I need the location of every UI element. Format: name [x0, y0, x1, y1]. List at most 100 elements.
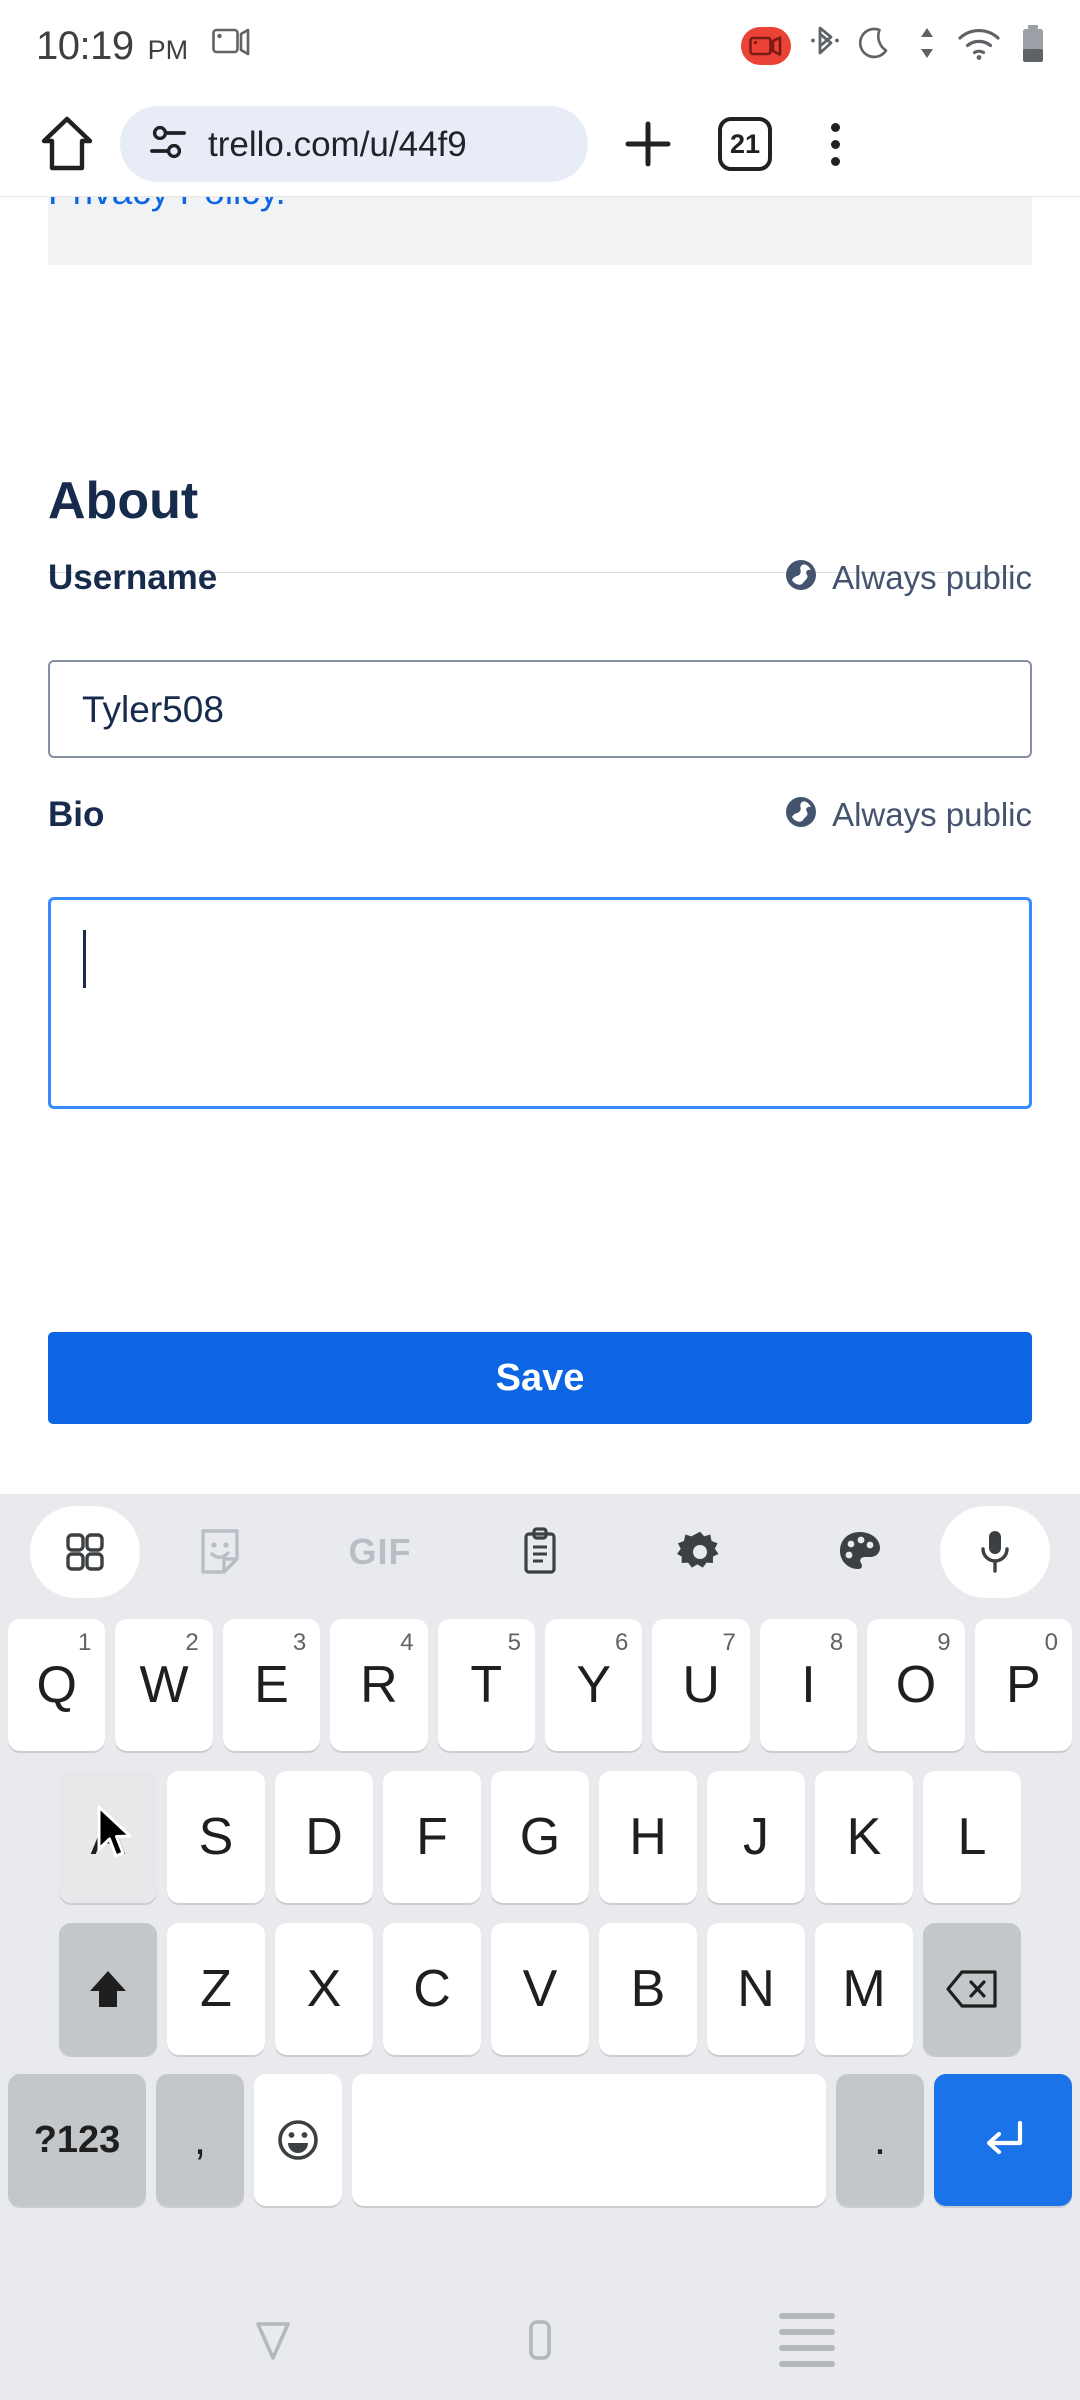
key-label: G — [519, 1808, 561, 1866]
gif-icon[interactable]: GIF — [300, 1502, 460, 1602]
key-label: S — [198, 1808, 234, 1866]
key-label: , — [193, 2115, 207, 2164]
key-label: E — [254, 1656, 289, 1714]
page-title: About — [48, 472, 199, 530]
key-e[interactable]: 3E — [222, 1619, 321, 1751]
three-dot-menu-icon[interactable] — [792, 104, 878, 184]
key-d[interactable]: D — [275, 1771, 373, 1903]
bio-label: Bio — [48, 795, 105, 834]
tab-counter-button[interactable]: 21 — [702, 104, 788, 184]
key-f[interactable]: F — [383, 1771, 481, 1903]
key-k[interactable]: K — [815, 1771, 913, 1903]
grid-icon[interactable] — [30, 1505, 140, 1598]
plus-icon[interactable] — [600, 104, 696, 184]
battery-icon — [1020, 23, 1046, 70]
key-r[interactable]: 4R — [330, 1619, 428, 1751]
keyboard-row-4: ?123 , . — [0, 2065, 1080, 2215]
privacy-policy-link[interactable]: Privacy Policy. — [48, 197, 286, 210]
key-m[interactable]: M — [815, 1923, 913, 2055]
space-key[interactable] — [352, 2074, 826, 2206]
key-y[interactable]: 6Y — [545, 1619, 643, 1751]
status-bar-right — [741, 23, 1046, 70]
key-b[interactable]: B — [599, 1923, 697, 2055]
clipboard-icon[interactable] — [460, 1502, 620, 1602]
key-v[interactable]: V — [491, 1923, 589, 2055]
key-h[interactable]: H — [599, 1771, 697, 1903]
menu-dots — [830, 122, 840, 166]
microphone-icon[interactable] — [940, 1505, 1050, 1598]
key-n[interactable]: N — [707, 1923, 805, 2055]
palette-icon[interactable] — [780, 1502, 940, 1602]
key-sup: 5 — [507, 1629, 521, 1656]
globe-icon — [783, 794, 819, 835]
backspace-icon[interactable] — [923, 1923, 1021, 2055]
key-label: Z — [200, 1960, 232, 2018]
key-j[interactable]: J — [707, 1771, 805, 1903]
key-sup: 1 — [78, 1629, 92, 1656]
key-label: A — [90, 1808, 126, 1866]
username-input[interactable]: Tyler508 — [48, 660, 1032, 758]
recents-lines-icon[interactable] — [752, 2285, 862, 2395]
screen-recording-icon — [741, 27, 791, 65]
key-label: B — [630, 1960, 666, 2018]
key-a[interactable]: A — [59, 1771, 157, 1903]
key-t[interactable]: 5T — [437, 1619, 535, 1751]
key-sup: 4 — [400, 1629, 414, 1656]
period-key[interactable]: . — [836, 2074, 924, 2206]
key-i[interactable]: 8I — [759, 1619, 858, 1751]
key-label: M — [842, 1960, 886, 2018]
back-triangle-icon[interactable] — [218, 2285, 328, 2395]
bio-textarea[interactable] — [48, 897, 1032, 1109]
key-label: R — [360, 1656, 398, 1714]
do-not-disturb-moon-icon — [858, 24, 897, 69]
bio-visibility-text: Always public — [832, 796, 1032, 833]
key-label: T — [470, 1656, 503, 1714]
sticker-icon[interactable] — [140, 1502, 300, 1602]
home-icon[interactable] — [28, 105, 106, 183]
key-c[interactable]: C — [383, 1923, 481, 2055]
settings-gear-icon[interactable] — [620, 1502, 780, 1602]
bio-label-row: Bio Always public — [48, 794, 1032, 835]
home-square-icon[interactable] — [485, 2285, 595, 2395]
key-o[interactable]: 9O — [867, 1619, 965, 1751]
key-z[interactable]: Z — [167, 1923, 265, 2055]
key-label: Y — [576, 1656, 612, 1714]
bio-visibility-tag: Always public — [783, 794, 1032, 835]
key-l[interactable]: L — [923, 1771, 1021, 1903]
key-q[interactable]: 1Q — [7, 1619, 106, 1751]
emoji-smiley-icon[interactable] — [254, 2074, 342, 2206]
key-g[interactable]: G — [491, 1771, 589, 1903]
key-x[interactable]: X — [275, 1923, 373, 2055]
username-label-row: Username Always public — [48, 557, 1032, 598]
keyboard-row-1: 1Q 2W 3E 4R 5T 6Y 7U 8I 9O 0P — [0, 1609, 1080, 1761]
key-sup: 9 — [937, 1629, 951, 1656]
tune-icon[interactable] — [146, 120, 190, 169]
android-nav-bar — [0, 2280, 1080, 2400]
text-caret — [83, 930, 86, 988]
key-u[interactable]: 7U — [652, 1619, 750, 1751]
keyboard-toolbar: GIF — [0, 1494, 1080, 1609]
key-label: I — [801, 1656, 816, 1714]
username-visibility-tag: Always public — [783, 557, 1032, 598]
status-bar: 10:19 PM — [0, 0, 1080, 92]
key-label: ?123 — [33, 2119, 121, 2161]
key-label: Q — [36, 1656, 77, 1714]
globe-icon — [783, 557, 819, 598]
save-button[interactable]: Save — [48, 1332, 1032, 1424]
data-transfer-icon — [916, 24, 938, 69]
enter-return-icon[interactable] — [934, 2074, 1072, 2206]
key-label: N — [737, 1960, 775, 2018]
status-bar-left: 10:19 PM — [36, 26, 252, 66]
key-s[interactable]: S — [167, 1771, 265, 1903]
key-p[interactable]: 0P — [974, 1619, 1073, 1751]
comma-key[interactable]: , — [156, 2074, 244, 2206]
key-w[interactable]: 2W — [115, 1619, 213, 1751]
url-bar[interactable]: trello.com/u/44f9 — [120, 106, 588, 182]
key-label: F — [416, 1808, 448, 1866]
shift-up-arrow-icon[interactable] — [59, 1923, 157, 2055]
key-sup: 3 — [292, 1629, 307, 1656]
symbols-key[interactable]: ?123 — [8, 2074, 146, 2206]
wifi-icon — [957, 27, 1001, 66]
gif-label: GIF — [348, 1530, 412, 1572]
key-label: O — [895, 1656, 937, 1714]
